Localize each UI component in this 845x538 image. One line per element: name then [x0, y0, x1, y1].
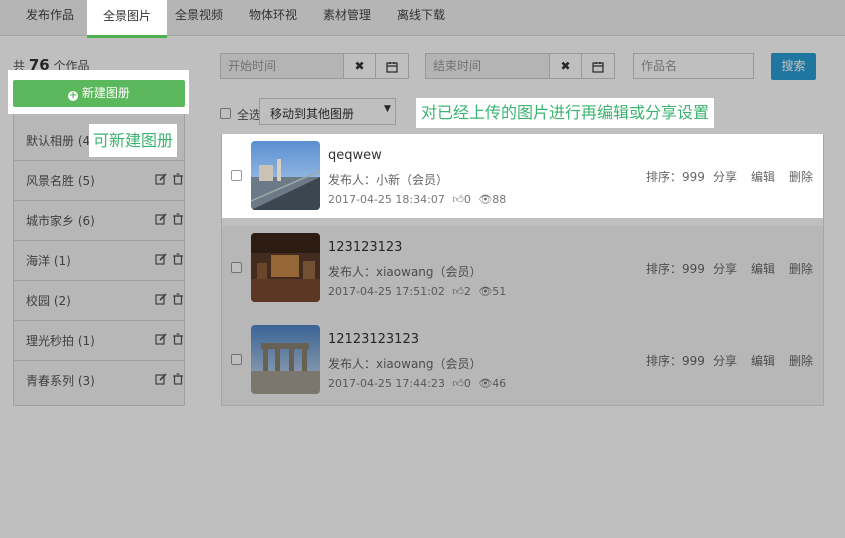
share-link[interactable]: 分享 [713, 352, 737, 369]
edit-icon[interactable] [155, 373, 167, 385]
album-item[interactable]: 海洋 (1) [14, 241, 184, 281]
album-item[interactable]: 城市家乡 (6) [14, 201, 184, 241]
row-checkbox[interactable] [231, 170, 242, 181]
work-meta: 2017-04-25 18:34:07 👍︎0 👁︎88 [328, 193, 506, 206]
like-count: 2 [463, 285, 471, 298]
view-count: 51 [492, 285, 507, 298]
edit-link[interactable]: 编辑 [751, 168, 775, 185]
like-count: 0 [463, 193, 471, 206]
tab-materials[interactable]: 素材管理 [312, 0, 382, 35]
trash-icon[interactable] [172, 173, 184, 185]
delete-link[interactable]: 删除 [789, 260, 813, 277]
row-checkbox[interactable] [231, 262, 242, 273]
work-meta: 2017-04-25 17:51:02 👍︎2 👁︎51 [328, 285, 506, 298]
clear-icon[interactable]: ✖ [343, 53, 376, 79]
thumbs-up-icon: 👍︎ [452, 193, 464, 206]
work-thumbnail[interactable] [251, 233, 320, 302]
thumbs-up-icon: 👍︎ [452, 377, 464, 390]
clear-icon[interactable]: ✖ [549, 53, 582, 79]
tab-panorama-images-highlight[interactable]: 全景图片 [87, 0, 167, 38]
eye-icon: 👁︎ [478, 193, 493, 206]
tip-edit-share: 对已经上传的图片进行再编辑或分享设置 [416, 98, 715, 128]
album-item[interactable]: 校园 (2) [14, 281, 184, 321]
trash-icon[interactable] [172, 213, 184, 225]
work-name-input[interactable]: 作品名 [633, 53, 754, 79]
work-row[interactable]: 12123123123 发布人：xiaowang（会员） 2017-04-25 … [222, 318, 823, 410]
work-title[interactable]: qeqwew [328, 148, 382, 163]
work-publisher: 发布人：xiaowang（会员） [328, 265, 482, 279]
new-album-button[interactable]: + 新建图册 [13, 80, 185, 107]
tab-panorama-video[interactable]: 全景视频 [164, 0, 234, 35]
select-all-checkbox[interactable] [220, 108, 231, 119]
tab-offline-download[interactable]: 离线下载 [386, 0, 456, 35]
work-title[interactable]: 12123123123 [328, 332, 419, 347]
edit-icon[interactable] [155, 333, 167, 345]
calendar-icon[interactable] [581, 53, 615, 79]
select-all-label: 全选 [237, 108, 262, 122]
work-row[interactable]: 123123123 发布人：xiaowang（会员） 2017-04-25 17… [222, 226, 823, 318]
edit-link[interactable]: 编辑 [751, 352, 775, 369]
delete-link[interactable]: 删除 [789, 168, 813, 185]
like-count: 0 [463, 377, 471, 390]
work-meta: 2017-04-25 17:44:23 👍︎0 👁︎46 [328, 377, 506, 390]
new-album-label: 新建图册 [81, 86, 130, 100]
edit-icon[interactable] [155, 293, 167, 305]
trash-icon[interactable] [172, 253, 184, 265]
thumbs-up-icon: 👍︎ [452, 285, 464, 298]
view-count: 46 [492, 377, 507, 390]
edit-icon[interactable] [155, 213, 167, 225]
album-item[interactable]: 理光秒拍 (1) [14, 321, 184, 361]
tip-new-album: 可新建图册 [89, 124, 178, 157]
sort-order: 排序：999 [646, 262, 705, 276]
album-item[interactable]: 风景名胜 (5) [14, 161, 184, 201]
caret-down-icon: ▼ [384, 104, 391, 114]
work-date: 2017-04-25 18:34:07 [328, 193, 445, 206]
edit-icon[interactable] [155, 173, 167, 185]
work-row-highlight[interactable]: qeqwew 发布人：小新（会员） 2017-04-25 18:34:07 👍︎… [222, 134, 823, 226]
move-album-select[interactable]: 移动到其他图册 ▼ [259, 98, 396, 125]
eye-icon: 👁︎ [478, 285, 493, 298]
edit-icon[interactable] [155, 253, 167, 265]
delete-link[interactable]: 删除 [789, 352, 813, 369]
move-album-label: 移动到其他图册 [270, 107, 355, 121]
view-count: 88 [492, 193, 507, 206]
album-item[interactable]: 青春系列 (3) [14, 361, 184, 401]
sort-order: 排序：999 [646, 354, 705, 368]
work-title[interactable]: 123123123 [328, 240, 402, 255]
row-checkbox[interactable] [231, 354, 242, 365]
work-publisher: 发布人：小新（会员） [328, 173, 449, 187]
plus-circle-icon: + [68, 90, 79, 101]
sort-order: 排序：999 [646, 170, 705, 184]
edit-link[interactable]: 编辑 [751, 260, 775, 277]
trash-icon[interactable] [172, 373, 184, 385]
end-time-input[interactable]: 结束时间 [425, 53, 550, 79]
work-date: 2017-04-25 17:51:02 [328, 285, 445, 298]
share-link[interactable]: 分享 [713, 168, 737, 185]
start-time-input[interactable]: 开始时间 [220, 53, 344, 79]
trash-icon[interactable] [172, 293, 184, 305]
work-date: 2017-04-25 17:44:23 [328, 377, 445, 390]
eye-icon: 👁︎ [478, 377, 493, 390]
tab-object-view[interactable]: 物体环视 [238, 0, 308, 35]
trash-icon[interactable] [172, 333, 184, 345]
calendar-icon[interactable] [375, 53, 409, 79]
share-link[interactable]: 分享 [713, 260, 737, 277]
work-thumbnail[interactable] [251, 325, 320, 394]
work-publisher: 发布人：xiaowang（会员） [328, 357, 482, 371]
work-thumbnail[interactable] [251, 141, 320, 210]
search-button[interactable]: 搜索 [771, 53, 816, 80]
tab-publish[interactable]: 发布作品 [14, 0, 86, 35]
